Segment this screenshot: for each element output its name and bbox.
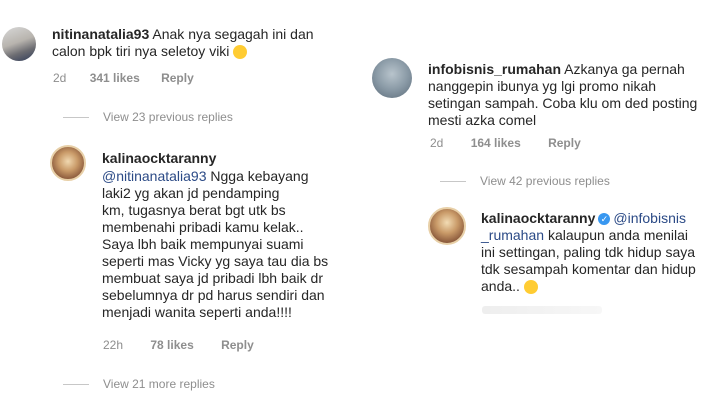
divider-line bbox=[63, 117, 89, 119]
comment-body: Anak nya segagah ini dan bbox=[152, 26, 314, 42]
view-previous-replies[interactable]: View 42 previous replies bbox=[440, 174, 610, 188]
comment-body: mesti azka comel bbox=[428, 112, 537, 128]
right-screenshot: infobisnis_rumahan Azkanya ga pernah nan… bbox=[362, 0, 720, 401]
comment-body: tdk sesampah komentar dan hidup bbox=[481, 261, 696, 277]
comment-body: anda.. bbox=[481, 278, 520, 294]
smiling-emoji-icon bbox=[523, 280, 538, 295]
view-replies-label: View 23 previous replies bbox=[103, 110, 233, 124]
comment-body: laki2 yg akan jd pendamping bbox=[102, 185, 280, 201]
avatar[interactable] bbox=[2, 27, 36, 61]
comment-username[interactable]: kalinaocktaranny bbox=[102, 150, 216, 166]
likes-count[interactable]: 164 likes bbox=[471, 136, 521, 150]
divider-line bbox=[63, 384, 89, 386]
comment-body: km, tugasnya berat bgt utk bs bbox=[102, 202, 286, 218]
view-replies-label: View 42 previous replies bbox=[480, 174, 610, 188]
comment-body: kalaupun anda menilai bbox=[547, 227, 689, 243]
reply-button[interactable]: Reply bbox=[161, 71, 194, 85]
comment-meta: 2d 341 likes Reply bbox=[53, 71, 194, 85]
likes-count[interactable]: 78 likes bbox=[150, 338, 193, 352]
comment-meta: 2d 164 likes Reply bbox=[430, 136, 581, 150]
laughing-emoji-icon bbox=[233, 45, 248, 60]
comment-time: 2d bbox=[53, 71, 67, 85]
comment-body: Saya lbh baik mempunyai suami bbox=[102, 236, 304, 252]
comment-meta-faded bbox=[482, 306, 602, 314]
comment-text: kalinaocktaranny ✓ @infobisnis _rumahan ka… bbox=[481, 210, 719, 295]
comment-text: infobisnis_rumahan Azkanya ga pernah nan… bbox=[428, 61, 720, 129]
likes-count[interactable]: 341 likes bbox=[90, 71, 140, 85]
avatar[interactable] bbox=[50, 145, 86, 181]
divider-line bbox=[440, 181, 466, 183]
comment-body: membuat saya jd pribadi lbh baik dr bbox=[102, 270, 324, 286]
comment-body: menjadi wanita seperti anda!!!! bbox=[102, 304, 292, 320]
comment-body: Ngga kebayang bbox=[210, 168, 309, 184]
comment-username[interactable]: kalinaocktaranny bbox=[481, 210, 595, 226]
comment-username[interactable]: nitinanatalia93 bbox=[52, 26, 149, 42]
comment-body: seperti mas Vicky yg saya tau dia bs bbox=[102, 253, 329, 269]
comment-username[interactable]: infobisnis_rumahan bbox=[428, 61, 561, 77]
comment-meta: 22h 78 likes Reply bbox=[103, 338, 254, 352]
comment-time: 2d bbox=[430, 136, 444, 150]
comment-text: nitinanatalia93 Anak nya segagah ini dan… bbox=[52, 26, 352, 60]
mention-link[interactable]: _rumahan bbox=[481, 227, 544, 243]
avatar[interactable] bbox=[372, 58, 412, 98]
comment-text: kalinaocktaranny @nitinanatalia93 Ngga k… bbox=[102, 150, 360, 321]
reply-button[interactable]: Reply bbox=[221, 338, 254, 352]
view-replies-label: View 21 more replies bbox=[103, 377, 215, 391]
view-more-replies[interactable]: View 21 more replies bbox=[63, 377, 215, 391]
mention-link[interactable]: @infobisnis bbox=[613, 210, 686, 226]
comment-body: Azkanya ga pernah bbox=[564, 61, 685, 77]
comment-body: sebelumnya dr pd harus sendiri dan bbox=[102, 287, 325, 303]
comment-body: ini settingan, paling tdk hidup saya bbox=[481, 244, 696, 260]
view-previous-replies[interactable]: View 23 previous replies bbox=[63, 110, 233, 124]
comment-body: setingan sampah. Coba klu om ded posting bbox=[428, 95, 698, 111]
comment-time: 22h bbox=[103, 338, 124, 352]
left-screenshot: nitinanatalia93 Anak nya segagah ini dan… bbox=[0, 0, 360, 401]
comment-body: nanggepin ibunya yg lgi promo nikah bbox=[428, 78, 657, 94]
comment-body: calon bpk tiri nya seletoy viki bbox=[52, 43, 230, 59]
mention-link[interactable]: @nitinanatalia93 bbox=[102, 168, 207, 184]
verified-badge-icon: ✓ bbox=[598, 213, 611, 226]
avatar[interactable] bbox=[428, 207, 466, 245]
comment-body: membenahi pribadi kamu kelak.. bbox=[102, 219, 304, 235]
reply-button[interactable]: Reply bbox=[548, 136, 581, 150]
